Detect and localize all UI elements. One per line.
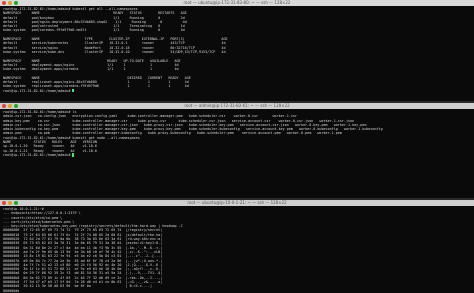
titlebar[interactable]: root — ubuntu@ip-172-31-83-80: ~ — ssh —… (0, 0, 474, 6)
titlebar[interactable]: root — ubuntu@ip-10-0-1-21: ~ — ssh — 12… (0, 200, 474, 206)
terminal-output[interactable]: root@ip-172-31-82-61:/home/admin# ls admi… (0, 109, 474, 158)
terminal-line: root@ip-172-31-82-61:/home/admin# (3, 88, 75, 93)
terminal-window-2[interactable]: root — admin@ip-172-31-82-61: ~ — ssh — … (0, 103, 474, 198)
cursor (72, 88, 75, 93)
titlebar[interactable]: root — admin@ip-172-31-82-61: ~ — ssh — … (0, 103, 474, 109)
window-title: root — ubuntu@ip-10-0-1-21: ~ — ssh — 12… (187, 200, 287, 205)
terminal-line: root@ip-172-31-82-61:/home/admin# (3, 152, 75, 157)
terminal-output[interactable]: root@ip-10-0-1-21:~# --- endpoints=https… (0, 206, 474, 293)
terminal-output[interactable]: root@ip-172-31-82-61:/home/admin# kubect… (0, 6, 474, 94)
terminal-window-1[interactable]: root — ubuntu@ip-172-31-83-80: ~ — ssh —… (0, 0, 474, 101)
terminal-window-3[interactable]: root — ubuntu@ip-10-0-1-21: ~ — ssh — 12… (0, 200, 474, 293)
window-title: root — admin@ip-172-31-82-61: ~ — ssh — … (184, 103, 290, 108)
cursor (72, 153, 75, 157)
window-title: root — ubuntu@ip-172-31-83-80: ~ — ssh —… (183, 0, 291, 5)
